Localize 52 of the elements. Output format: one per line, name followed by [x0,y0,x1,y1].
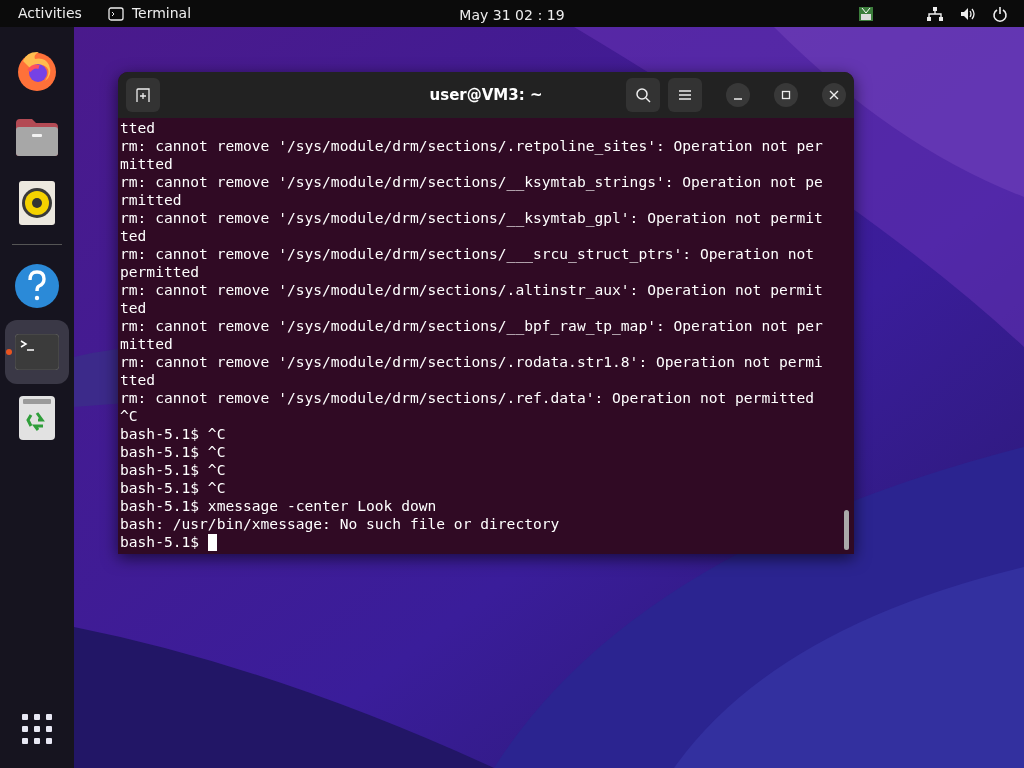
terminal-line: rm: cannot remove '/sys/module/drm/sections/__ksymtab_gpl': Operation not permit [120,209,823,227]
search-icon [635,87,651,103]
terminal-line: rm: cannot remove '/sys/module/drm/sections/.rodata.str1.8': Operation not permi [120,353,823,371]
plus-icon [135,87,151,103]
terminal-line: rm: cannot remove '/sys/module/drm/sections/___srcu_struct_ptrs': Operation not [120,245,815,263]
folder-icon[interactable] [15,117,59,157]
terminal-line: mitted [120,155,173,173]
menu-button[interactable] [668,78,702,112]
terminal-icon[interactable] [15,334,59,370]
minimize-icon [734,98,742,100]
terminal-line: permitted [120,263,200,281]
power-icon[interactable] [992,5,1008,22]
app-menu[interactable]: Terminal [107,3,192,24]
new-tab-button[interactable] [126,78,160,112]
terminal-line: bash-5.1$ ^C [120,425,226,443]
terminal-line: ted [120,299,147,317]
terminal-line: bash-5.1$ ^C [120,479,226,497]
scrollbar[interactable] [844,510,849,550]
window-title: user@VM3: ~ [429,84,543,106]
terminal-line: ^C [120,407,138,425]
terminal-icon [107,6,124,21]
app-grid-icon[interactable] [22,714,52,744]
speaker-icon[interactable] [19,181,55,225]
network-icon[interactable] [926,5,944,22]
minimize-button[interactable] [726,83,750,107]
maximize-button[interactable] [774,83,798,107]
clock[interactable]: May 31 02：19 [459,5,565,26]
terminal-line: rm: cannot remove '/sys/module/drm/sections/.altinstr_aux': Operation not permit [120,281,823,299]
question-mark-icon[interactable] [15,264,59,308]
close-button[interactable] [822,83,846,107]
terminal-line: rmitted [120,191,182,209]
indicator-icon[interactable] [858,5,874,22]
text-cursor [208,533,218,551]
terminal-line: bash-5.1$ xmessage -center Look down [120,497,437,515]
browser-icon[interactable] [15,49,59,93]
maximize-icon [780,89,792,101]
terminal-line: bash-5.1$ ^C [120,461,226,479]
search-button[interactable] [626,78,660,112]
terminal-line: rm: cannot remove '/sys/module/drm/sections/__ksymtab_strings': Operation not pe [120,173,823,191]
terminal-line: bash-5.1$ ^C [120,443,226,461]
terminal-line: rm: cannot remove '/sys/module/drm/sections/.ref.data': Operation not permitted [120,389,815,407]
terminal-line: bash: /usr/bin/xmessage: No such file or directory [120,515,560,533]
activities-button[interactable]: Activities [8,3,92,24]
terminal-line: tted [120,371,156,389]
prompt: bash-5.1$ [120,533,200,551]
terminal-line: rm: cannot remove '/sys/module/drm/sections/.retpoline_sites': Operation not per [120,137,823,155]
terminal-line: tted [120,119,156,137]
terminal-line: ted [120,227,147,245]
menu-icon [678,89,692,101]
close-icon [828,89,840,101]
terminal-line: rm: cannot remove '/sys/module/drm/sections/__bpf_raw_tp_map': Operation not per [120,317,823,335]
terminal-line: mitted [120,335,173,353]
